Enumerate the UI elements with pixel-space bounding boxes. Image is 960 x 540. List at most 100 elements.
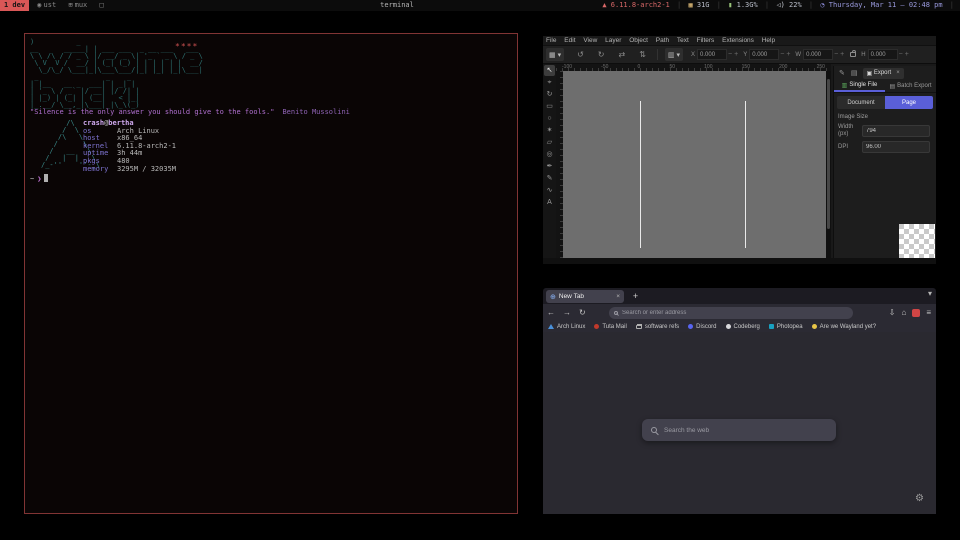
bookmark-arch-linux[interactable]: Arch Linux <box>548 324 585 330</box>
fetch-info: crash@bertha osArch Linux hostx86_64 ker… <box>83 120 176 173</box>
tab-single-file[interactable]: ▥Single File <box>834 80 885 92</box>
node-tool[interactable]: ⌖ <box>544 77 555 88</box>
text-tool[interactable]: A <box>544 197 555 208</box>
tmux-icon: ⊞ <box>68 1 72 9</box>
decrement-button[interactable]: − <box>834 51 838 58</box>
home-icon[interactable]: ⌂ <box>901 308 906 317</box>
workspace-tag-dev[interactable]: 1 dev <box>0 0 29 11</box>
menu-object[interactable]: Object <box>629 37 648 44</box>
increment-button[interactable]: + <box>734 51 738 58</box>
width-field: W 0.000 − + <box>795 49 845 60</box>
memory-status: ▮ 1.3G% <box>728 1 758 9</box>
page-scope-button[interactable]: Page <box>885 96 933 109</box>
url-bar[interactable] <box>609 307 853 319</box>
bookmark-discord[interactable]: Discord <box>688 324 716 330</box>
close-tab-icon[interactable]: × <box>616 293 620 300</box>
web-search-box[interactable] <box>642 419 836 441</box>
y-input[interactable]: 0.000 <box>749 49 779 60</box>
search-icon <box>651 427 657 433</box>
prompt-symbol: ❯ <box>37 175 41 183</box>
bookmark-photopea[interactable]: Photopea <box>769 324 803 330</box>
menu-extensions[interactable]: Extensions <box>722 37 754 44</box>
scrollbar-thumb[interactable] <box>827 79 830 229</box>
selection-mode-dropdown[interactable]: ▦ ▾ <box>546 48 564 61</box>
discord-icon <box>688 324 693 329</box>
reload-button[interactable]: ↻ <box>579 308 586 317</box>
export-dialog-tab[interactable]: ▣ Export × <box>863 68 904 79</box>
bookmark-folder-software-refs[interactable]: software refs <box>636 324 679 330</box>
menu-file[interactable]: File <box>546 37 556 44</box>
personalize-gear-icon[interactable]: ⚙ <box>915 493 924 504</box>
selector-tool[interactable]: ↖ <box>544 65 555 76</box>
shell-prompt[interactable]: ~❯ <box>30 174 48 183</box>
wayland-icon <box>812 324 817 329</box>
width-input[interactable]: 0.000 <box>803 49 833 60</box>
rectangle-tool[interactable]: ▭ <box>544 101 555 112</box>
layers-dialog-icon[interactable]: ▤ <box>851 69 858 77</box>
separator: | <box>809 1 813 9</box>
increment-button[interactable]: + <box>786 51 790 58</box>
workspace-tag-empty[interactable]: □ <box>95 0 109 11</box>
pencil-tool[interactable]: ✎ <box>544 173 555 184</box>
menu-edit[interactable]: Edit <box>564 37 575 44</box>
star-tool[interactable]: ✶ <box>544 125 555 136</box>
ellipse-tool[interactable]: ○ <box>544 113 555 124</box>
menu-text[interactable]: Text <box>677 37 689 44</box>
back-button[interactable]: ← <box>547 308 555 317</box>
url-input[interactable] <box>622 310 848 316</box>
list-all-tabs-icon[interactable]: ▾ <box>928 289 932 298</box>
menu-path[interactable]: Path <box>656 37 669 44</box>
separator: | <box>677 1 681 9</box>
horizontal-ruler: -100 -50 0 50 100 150 200 250 <box>556 64 831 71</box>
menu-view[interactable]: View <box>583 37 597 44</box>
separator: | <box>717 1 721 9</box>
bookmark-tuta-mail[interactable]: Tuta Mail <box>594 324 626 330</box>
rotate-ccw-icon[interactable]: ↺ <box>577 50 584 59</box>
spiral-tool[interactable]: ◎ <box>544 149 555 160</box>
bookmark-are-we-wayland-yet[interactable]: Are we Wayland yet? <box>812 324 876 330</box>
tab-new-tab[interactable]: ⊕ New Tab × <box>546 290 624 303</box>
flip-horizontal-icon[interactable]: ⇄ <box>619 50 626 59</box>
shape-builder-tool[interactable]: ↻ <box>544 89 555 100</box>
web-search-input[interactable] <box>664 427 827 434</box>
tab-batch-export[interactable]: ▤Batch Export <box>885 80 936 92</box>
rotate-cw-icon[interactable]: ↻ <box>598 50 605 59</box>
document-scope-button[interactable]: Document <box>837 96 885 109</box>
menu-filters[interactable]: Filters <box>697 37 715 44</box>
export-icon: ▣ <box>867 70 873 77</box>
increment-button[interactable]: + <box>840 51 844 58</box>
forward-button[interactable]: → <box>563 308 571 317</box>
page-border-left <box>640 101 641 248</box>
tab-title: New Tab <box>559 293 584 300</box>
increment-button[interactable]: + <box>905 51 909 58</box>
box3d-tool[interactable]: ▱ <box>544 137 555 148</box>
ublock-origin-icon[interactable] <box>912 309 920 317</box>
disk-icon: ▦ <box>688 1 692 9</box>
align-dropdown[interactable]: ▥ ▾ <box>665 48 683 61</box>
menu-icon[interactable]: ≡ <box>926 308 931 317</box>
pen-tool[interactable]: ✒ <box>544 161 555 172</box>
workspace-tag-ust[interactable]: ◉ust <box>33 0 60 11</box>
inkscape-canvas[interactable] <box>563 71 826 258</box>
menu-layer[interactable]: Layer <box>605 37 621 44</box>
decrement-button[interactable]: − <box>899 51 903 58</box>
downloads-icon[interactable]: ⇩ <box>889 308 896 317</box>
decrement-button[interactable]: − <box>728 51 732 58</box>
export-dpi-input[interactable] <box>862 141 930 153</box>
close-icon[interactable]: × <box>896 70 900 76</box>
new-tab-button[interactable]: + <box>629 290 642 303</box>
export-scope-switch: Document Page <box>837 96 933 109</box>
lock-aspect-icon[interactable] <box>850 52 856 57</box>
bookmark-codeberg[interactable]: Codeberg <box>726 324 760 330</box>
height-input[interactable]: 0.000 <box>868 49 898 60</box>
x-input[interactable]: 0.000 <box>697 49 727 60</box>
decrement-button[interactable]: − <box>780 51 784 58</box>
menu-help[interactable]: Help <box>762 37 775 44</box>
workspace-tag-mux[interactable]: ⊞mux <box>64 0 91 11</box>
edit-dialog-icon[interactable]: ✎ <box>839 69 845 77</box>
calligraphy-tool[interactable]: ∿ <box>544 185 555 196</box>
export-width-input[interactable] <box>862 125 930 137</box>
inkscape-statusbar <box>543 258 936 264</box>
terminal-window[interactable]: ) _ __ _____| | ___ ___ _ __ ___ ___ \ \… <box>24 33 518 514</box>
flip-vertical-icon[interactable]: ⇅ <box>639 50 646 59</box>
